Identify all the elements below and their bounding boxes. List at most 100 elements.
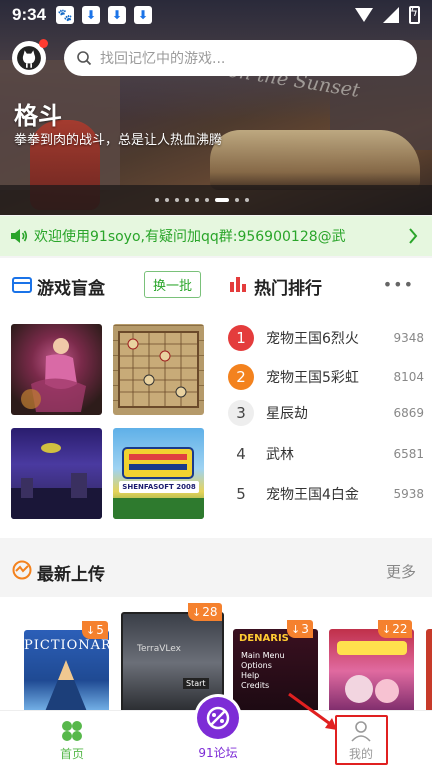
blind-box-title: 游戏盲盒 [37, 279, 105, 299]
rank-item[interactable]: 4 武林 6581 [228, 439, 424, 469]
badge-count: 5 [96, 623, 104, 637]
download-arrow-icon: ↓ [86, 623, 96, 637]
rank-number: 3 [228, 400, 254, 426]
status-time: 9:34 [12, 5, 47, 24]
banner-dot[interactable] [205, 198, 209, 202]
hot-rank-title: 热门排行 [254, 279, 322, 299]
home-grid-icon [62, 721, 82, 741]
nav-home[interactable]: 首页 [37, 720, 107, 762]
game-thumb-shooter [11, 443, 102, 519]
game-thumb-dancer [21, 338, 86, 412]
status-right [355, 5, 420, 24]
speaker-icon [11, 229, 28, 243]
rank-count: 6581 [393, 447, 424, 461]
banner-dot-active[interactable] [215, 198, 229, 202]
game-art-text: TerraVLex [137, 644, 181, 654]
more-link[interactable]: 更多 [386, 561, 416, 582]
app-root: Oldline on the Sunset 格斗 拳拳到肉的战斗，总是让人热血沸… [0, 0, 432, 768]
download-badge: ↓ 28 [188, 603, 222, 621]
banner-title: 格斗 [14, 102, 62, 130]
rank-number: 5 [236, 485, 246, 503]
rank-number: 1 [228, 325, 254, 351]
gift-box-icon [12, 277, 32, 293]
rank-item[interactable]: 1 宠物王国6烈火 9348 [228, 323, 424, 353]
banner-dot[interactable] [245, 198, 249, 202]
status-bar: 9:34 🐾 ⬇ ⬇ ⬇ [0, 0, 432, 30]
rank-item[interactable]: 3 星辰劫 6869 [228, 398, 424, 428]
menu-line: Help [241, 671, 260, 680]
download-badge: ↓ 22 [378, 620, 412, 638]
refresh-button[interactable]: 换一批 [144, 271, 201, 298]
blind-box-game[interactable] [11, 428, 102, 519]
rank-count: 9348 [393, 331, 424, 345]
game-menu-art: Main Menu Options Help Credits [241, 651, 285, 691]
menu-line: Main Menu [241, 651, 285, 660]
download-notification-icon: ⬇ [134, 6, 153, 24]
menu-line: Credits [241, 681, 270, 690]
badge-count: 3 [301, 622, 309, 636]
rank-name: 宠物王国4白金 [266, 487, 359, 503]
game-thumb-sign [113, 447, 204, 519]
cell-signal-icon [383, 7, 399, 23]
announcement-text: 欢迎使用91soyo,有疑问加qq群:956900128@武 [34, 229, 346, 245]
search-icon [77, 51, 92, 66]
latest-game[interactable]: PICTIONARY [24, 630, 109, 714]
rank-count: 8104 [393, 370, 424, 384]
download-notification-icon: ⬇ [108, 6, 127, 24]
search-placeholder: 找回记忆中的游戏... [100, 51, 226, 67]
banner-dot[interactable] [185, 198, 189, 202]
badge-count: 28 [202, 605, 218, 619]
blind-box-game[interactable] [11, 324, 102, 415]
battery-charging-icon [409, 5, 420, 24]
blind-box-game[interactable]: SHENFASOFT 2008 [113, 428, 204, 519]
menu-line: Options [241, 661, 272, 670]
banner-dot[interactable] [165, 198, 169, 202]
banner-pagination [155, 198, 249, 202]
baidu-notification-icon: 🐾 [56, 6, 75, 24]
banner-subtitle: 拳拳到肉的战斗，总是让人热血沸腾 [14, 133, 223, 148]
chevron-right-icon[interactable] [408, 227, 418, 245]
latest-game-partial[interactable] [426, 629, 432, 713]
blind-box-game[interactable] [113, 324, 204, 415]
start-label: Start [183, 678, 209, 689]
download-arrow-icon: ↓ [192, 605, 202, 619]
annotation-arrow-icon [288, 692, 337, 730]
search-bar[interactable]: 找回记忆中的游戏... [64, 40, 417, 76]
rank-name: 宠物王国5彩虹 [266, 370, 359, 386]
banner-dot[interactable] [235, 198, 239, 202]
badge-count: 22 [392, 622, 408, 636]
game-thumb-chess [118, 331, 199, 408]
download-badge: ↓ 3 [287, 620, 313, 638]
rank-count: 5938 [393, 487, 424, 501]
nav-home-label: 首页 [59, 747, 84, 761]
wifi-icon [355, 8, 373, 22]
banner-dot[interactable] [195, 198, 199, 202]
user-avatar[interactable] [12, 39, 48, 75]
rank-name: 武林 [266, 447, 294, 463]
rank-item[interactable]: 5 宠物王国4白金 5938 [228, 479, 424, 509]
nav-forum-label: 91论坛 [198, 746, 238, 760]
announcement-bar[interactable]: 欢迎使用91soyo,有疑问加qq群:956900128@武 [0, 216, 432, 256]
avatar-notification-dot [39, 39, 48, 48]
forum-logo-icon [206, 706, 230, 730]
rank-name: 星辰劫 [266, 406, 308, 422]
pencil-art [44, 660, 88, 714]
banner-car [210, 130, 420, 190]
hero-banner[interactable]: Oldline on the Sunset 格斗 拳拳到肉的战斗，总是让人热血沸… [0, 0, 432, 215]
banner-dot[interactable] [175, 198, 179, 202]
download-badge: ↓ 5 [82, 621, 108, 639]
activity-icon [12, 560, 32, 580]
download-arrow-icon: ↓ [382, 622, 392, 636]
rank-number: 2 [228, 364, 254, 390]
rank-item[interactable]: 2 宠物王国5彩虹 8104 [228, 362, 424, 392]
latest-title: 最新上传 [37, 565, 105, 585]
banner-dot[interactable] [155, 198, 159, 202]
nav-forum-button[interactable] [197, 697, 239, 739]
github-cat-icon [17, 46, 41, 70]
more-options-button[interactable]: ••• [383, 275, 414, 294]
game-brand-text: SHENFASOFT 2008 [119, 481, 199, 493]
rank-name: 宠物王国6烈火 [266, 331, 359, 347]
download-notification-icon: ⬇ [82, 6, 101, 24]
rank-count: 6869 [393, 406, 424, 420]
bar-chart-icon [230, 277, 246, 292]
